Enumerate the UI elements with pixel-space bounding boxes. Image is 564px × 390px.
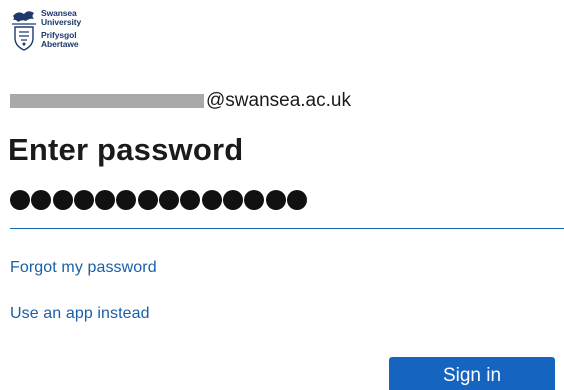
swansea-university-crest-icon xyxy=(12,11,36,51)
password-mask-dot xyxy=(265,190,286,210)
logo-line-2: University xyxy=(41,17,82,27)
password-mask-dot xyxy=(222,190,243,210)
password-mask-dot xyxy=(73,190,94,210)
password-mask-dot xyxy=(244,190,265,210)
password-mask-dot xyxy=(137,190,158,210)
university-logo: Swansea University Prifysgol Abertawe xyxy=(10,8,81,54)
redacted-username xyxy=(10,94,204,108)
use-app-instead-link[interactable]: Use an app instead xyxy=(10,305,150,323)
password-mask-dot xyxy=(286,190,307,210)
password-mask-dot xyxy=(116,190,137,210)
forgot-password-link[interactable]: Forgot my password xyxy=(10,259,157,277)
sign-in-page: Swansea University Prifysgol Abertawe @s… xyxy=(0,0,564,390)
account-identity[interactable]: @swansea.ac.uk xyxy=(10,90,351,112)
email-domain: @swansea.ac.uk xyxy=(206,90,351,111)
password-mask-dot xyxy=(52,190,73,210)
password-mask-dot xyxy=(159,190,180,210)
page-title: Enter password xyxy=(8,132,244,167)
sign-in-button[interactable]: Sign in xyxy=(389,357,555,390)
logo-line-4: Abertawe xyxy=(41,39,79,49)
password-mask-dot xyxy=(180,190,201,210)
password-input[interactable] xyxy=(10,189,564,229)
password-mask-dot xyxy=(10,190,30,210)
logo-wordmark: Swansea University Prifysgol Abertawe xyxy=(41,8,81,49)
password-mask-dot xyxy=(95,190,116,210)
password-mask-dot xyxy=(201,190,222,210)
masked-password-value xyxy=(10,190,307,210)
password-mask-dot xyxy=(31,190,52,210)
